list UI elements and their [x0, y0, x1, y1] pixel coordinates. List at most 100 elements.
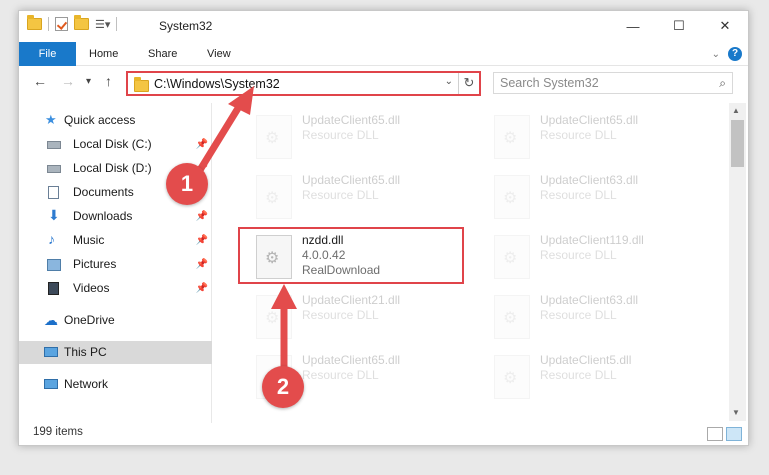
- dll-file-icon: [494, 235, 530, 279]
- folder-icon: [134, 77, 149, 92]
- new-folder-icon[interactable]: [74, 15, 89, 30]
- file-item[interactable]: UpdateClient65.dll Resource DLL: [482, 109, 712, 161]
- title-bar: ☰▾ System32 — ☐ ✕: [19, 11, 748, 42]
- file-type: Resource DLL: [540, 188, 617, 202]
- back-icon[interactable]: ←: [33, 73, 47, 89]
- nav-item-label: OneDrive: [64, 313, 115, 327]
- quick-access-toolbar: ☰▾: [27, 15, 118, 31]
- nav-item-music[interactable]: ♪ Music 📌: [19, 229, 212, 252]
- ribbon-tabs: File Home Share View ⌄ ?: [19, 42, 748, 66]
- file-name: UpdateClient63.dll: [540, 173, 639, 187]
- separator: [48, 17, 49, 31]
- status-bar: 199 items: [19, 423, 748, 445]
- pictures-icon: [47, 259, 61, 271]
- music-icon: ♪: [48, 231, 55, 247]
- dll-file-icon: [494, 355, 530, 399]
- step-badge-1: 1: [166, 163, 208, 205]
- maximize-button[interactable]: ☐: [656, 11, 702, 41]
- documents-icon: [48, 186, 59, 199]
- file-item[interactable]: UpdateClient65.dll Resource DLL: [244, 169, 474, 221]
- details-view-icon[interactable]: [707, 427, 723, 441]
- item-count: 199 items: [33, 426, 83, 438]
- folder-icon: [27, 15, 42, 30]
- videos-icon: [48, 282, 59, 295]
- nav-item-videos[interactable]: Videos 📌: [19, 277, 212, 300]
- close-button[interactable]: ✕: [702, 11, 748, 41]
- nav-item-quick-access[interactable]: ★ Quick access: [19, 109, 212, 132]
- vertical-scrollbar[interactable]: ▲ ▼: [729, 103, 746, 421]
- tab-file[interactable]: File: [19, 42, 76, 66]
- recent-locations-icon[interactable]: ▾: [86, 76, 91, 87]
- up-icon[interactable]: ↑: [105, 73, 112, 89]
- nav-item-label: Music: [73, 233, 105, 247]
- file-type: Resource DLL: [540, 248, 617, 262]
- scroll-thumb[interactable]: [731, 120, 744, 167]
- forward-icon[interactable]: →: [61, 73, 75, 89]
- pin-icon[interactable]: 📌: [196, 133, 208, 156]
- file-name: UpdateClient119.dll: [540, 233, 644, 247]
- nav-item-this-pc[interactable]: This PC: [19, 341, 212, 364]
- file-name: UpdateClient65.dll: [302, 353, 401, 367]
- nav-item-downloads[interactable]: ⬇ Downloads 📌: [19, 205, 212, 228]
- scroll-up-icon[interactable]: ▲: [732, 106, 740, 115]
- drive-icon: [47, 165, 61, 173]
- nav-item-network[interactable]: Network: [19, 373, 212, 396]
- expand-ribbon-icon[interactable]: ⌄: [712, 49, 720, 60]
- computer-icon: [44, 347, 58, 357]
- nav-item-label: Local Disk (D:): [73, 161, 152, 175]
- nav-item-label: Local Disk (C:): [73, 137, 152, 151]
- navigation-pane: ★ Quick access Local Disk (C:) 📌 Local D…: [19, 103, 212, 423]
- tiles-view-icon[interactable]: [726, 427, 742, 441]
- file-item[interactable]: UpdateClient65.dll Resource DLL: [244, 109, 474, 161]
- nav-item-label: Documents: [73, 185, 134, 199]
- file-type: Resource DLL: [302, 368, 379, 382]
- file-name: UpdateClient65.dll: [302, 113, 401, 127]
- nav-item-label: This PC: [64, 345, 107, 359]
- nav-item-label: Pictures: [73, 257, 117, 271]
- file-type: Resource DLL: [540, 368, 617, 382]
- dll-file-icon: [256, 175, 292, 219]
- tab-home[interactable]: Home: [89, 42, 118, 66]
- file-name: UpdateClient65.dll: [302, 173, 401, 187]
- nav-item-local-disk-c[interactable]: Local Disk (C:) 📌: [19, 133, 212, 156]
- file-name: UpdateClient63.dll: [540, 293, 639, 307]
- nav-item-label: Videos: [73, 281, 110, 295]
- file-type: Resource DLL: [302, 128, 379, 142]
- chevron-down-icon[interactable]: ⌄: [445, 76, 453, 87]
- search-placeholder: Search System32: [500, 76, 599, 90]
- scroll-down-icon[interactable]: ▼: [732, 408, 740, 417]
- tab-view[interactable]: View: [207, 42, 231, 66]
- pin-icon[interactable]: 📌: [196, 253, 208, 276]
- dll-file-icon: [256, 295, 292, 339]
- file-item[interactable]: UpdateClient63.dll Resource DLL: [482, 289, 712, 341]
- file-item[interactable]: UpdateClient119.dll Resource DLL: [482, 229, 712, 281]
- file-name: UpdateClient5.dll: [540, 353, 632, 367]
- minimize-button[interactable]: —: [610, 11, 656, 41]
- ribbon-help-area: ⌄ ?: [712, 47, 742, 61]
- customize-toolbar-icon[interactable]: ☰▾: [95, 18, 110, 31]
- file-name: UpdateClient65.dll: [540, 113, 639, 127]
- file-item[interactable]: UpdateClient5.dll Resource DLL: [482, 349, 712, 401]
- file-item[interactable]: UpdateClient63.dll Resource DLL: [482, 169, 712, 221]
- help-icon[interactable]: ?: [728, 47, 742, 61]
- tab-share[interactable]: Share: [148, 42, 177, 66]
- pin-icon[interactable]: 📌: [196, 205, 208, 228]
- pin-icon[interactable]: 📌: [196, 229, 208, 252]
- address-path[interactable]: C:\Windows\System32: [154, 77, 280, 91]
- drive-icon: [47, 141, 61, 149]
- nav-item-pictures[interactable]: Pictures 📌: [19, 253, 212, 276]
- properties-icon[interactable]: [55, 17, 68, 31]
- search-icon[interactable]: ⌕: [719, 76, 726, 91]
- file-item[interactable]: UpdateClient21.dll Resource DLL: [244, 289, 474, 341]
- nav-item-onedrive[interactable]: ☁ OneDrive: [19, 309, 212, 332]
- star-icon: ★: [45, 112, 57, 127]
- highlight-box-file: [238, 227, 464, 284]
- file-explorer-window: ☰▾ System32 — ☐ ✕ File Home Share View ⌄…: [18, 10, 749, 446]
- step-badge-2: 2: [262, 366, 304, 408]
- refresh-icon[interactable]: ↻: [458, 73, 479, 94]
- window-title: System32: [159, 19, 213, 33]
- address-bar[interactable]: C:\Windows\System32 ⌄ ↻: [126, 71, 481, 96]
- pin-icon[interactable]: 📌: [196, 277, 208, 300]
- search-input[interactable]: Search System32 ⌕: [493, 72, 733, 94]
- file-type: Resource DLL: [302, 188, 379, 202]
